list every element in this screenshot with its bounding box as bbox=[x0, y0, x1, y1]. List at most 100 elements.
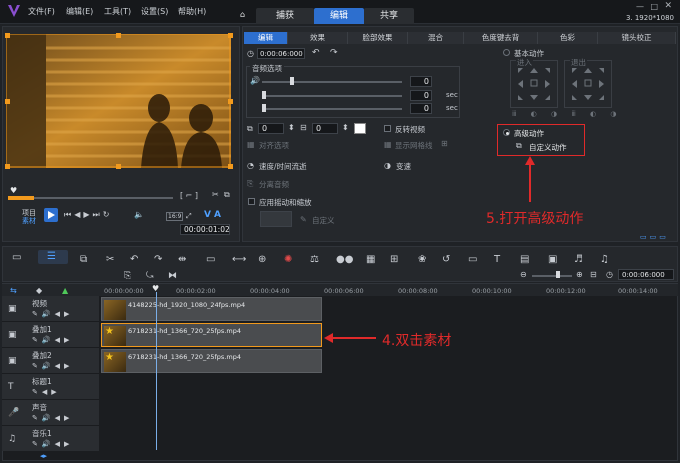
tab-capture[interactable]: 捕获 bbox=[256, 8, 314, 24]
zoom-slider[interactable] bbox=[532, 275, 572, 277]
volume-value-field[interactable]: 0 bbox=[410, 76, 432, 87]
transport-controls-icon[interactable]: ⏮◀▶⏭↻ bbox=[64, 210, 112, 220]
fit-timeline-icon[interactable]: ⊟ bbox=[590, 270, 597, 279]
grid-settings-icon[interactable]: ⊞ bbox=[441, 139, 448, 148]
frame-handle[interactable] bbox=[5, 164, 10, 169]
menu-edit[interactable]: 编辑(E) bbox=[66, 6, 93, 17]
show-grid-label[interactable]: 显示网格线 bbox=[395, 140, 433, 151]
play-button[interactable] bbox=[44, 208, 58, 222]
fade-out-slider[interactable] bbox=[262, 108, 402, 110]
rotation-field-b[interactable]: 0 bbox=[312, 123, 338, 134]
panel-corner-icons[interactable]: ▭▭▭ bbox=[640, 233, 669, 241]
rotation-field-a[interactable]: 0 bbox=[258, 123, 284, 134]
close-icon[interactable]: ✕ bbox=[664, 1, 672, 11]
fade-out-knob[interactable] bbox=[262, 104, 266, 112]
tab-blend[interactable]: 混合 bbox=[408, 32, 464, 44]
toolbar-secondary-icon[interactable]: ⎘ ⤿ ⧓ bbox=[124, 268, 194, 282]
add-chapter-icon[interactable]: ◆ bbox=[36, 286, 42, 295]
frame-handle[interactable] bbox=[116, 33, 121, 38]
timeline-view-button[interactable]: ☰ bbox=[38, 250, 68, 264]
volume-slider[interactable] bbox=[262, 81, 402, 83]
maximize-icon[interactable]: □ bbox=[650, 2, 658, 11]
track-controls-icon[interactable]: ✎🔊◀▶ bbox=[32, 362, 73, 370]
preview-timecode[interactable]: 00:00:01:02 bbox=[180, 224, 230, 235]
pan-zoom-checkbox[interactable] bbox=[248, 198, 255, 205]
fade-in-value-field[interactable]: 0 bbox=[410, 90, 432, 101]
track-header-title1[interactable]: T 标题1 ✎◀▶ bbox=[2, 374, 99, 400]
tab-color[interactable]: 色彩 bbox=[538, 32, 598, 44]
track-header-overlay2[interactable]: ▣ 叠加2 ✎🔊◀▶ bbox=[2, 348, 99, 374]
menu-settings[interactable]: 设置(S) bbox=[141, 6, 168, 17]
speed-time-remap-button[interactable]: 速度/时间流逝 bbox=[259, 161, 307, 172]
storyboard-view-icon[interactable]: ▭ bbox=[12, 252, 21, 263]
frame-handle[interactable] bbox=[5, 33, 10, 38]
enlarge-icon[interactable]: ⤢ bbox=[186, 212, 192, 221]
frame-handle[interactable] bbox=[5, 99, 10, 104]
variable-speed-button[interactable]: 变速 bbox=[396, 161, 411, 172]
volume-slider-knob[interactable] bbox=[290, 77, 294, 85]
pan-zoom-preset-dropdown[interactable] bbox=[260, 211, 292, 227]
track-header-video[interactable]: ▣ 视频 ✎🔊◀▶ bbox=[2, 296, 99, 322]
custom-pan-zoom-button[interactable]: 自定义 bbox=[312, 215, 335, 226]
frame-handle[interactable] bbox=[116, 164, 121, 169]
mark-in-out-icon[interactable]: [ ⌐ ] bbox=[180, 191, 198, 200]
frame-handle[interactable] bbox=[228, 99, 233, 104]
toolbar-tools-icon[interactable]: ⧉ ✂ ↶ ↷ ⇹ ▭ ⟷ ⊕ ✺ ⚖ ●● ▦ ⊞ ❀ ↺ ▭ T ▤ bbox=[80, 250, 550, 266]
timeline-clip[interactable]: 4148225-hd_1920_1080_24fps.mp4 bbox=[101, 297, 322, 321]
rotate-left-icon[interactable]: ↶ bbox=[312, 48, 320, 58]
fade-in-slider[interactable] bbox=[262, 95, 402, 97]
tab-chroma-key[interactable]: 色度键去背 bbox=[464, 32, 538, 44]
zoom-in-icon[interactable]: ⊕ bbox=[576, 270, 583, 279]
tab-edit-options[interactable]: 编辑 bbox=[244, 32, 288, 44]
zoom-out-icon[interactable]: ⊖ bbox=[520, 270, 527, 279]
track-header-voice[interactable]: 🎤 声音 ✎🔊◀▶ bbox=[2, 400, 99, 426]
menu-file[interactable]: 文件(F) bbox=[28, 6, 55, 17]
track-header-music1[interactable]: ♫ 音乐1 ✎🔊◀▶ bbox=[2, 426, 99, 452]
fade-out-value-field[interactable]: 0 bbox=[410, 103, 432, 114]
minimize-icon[interactable]: — bbox=[636, 2, 644, 11]
track-controls-icon[interactable]: ✎🔊◀▶ bbox=[32, 310, 73, 318]
menu-help[interactable]: 帮助(H) bbox=[178, 6, 206, 17]
tab-lens-correction[interactable]: 镜头校正 bbox=[598, 32, 676, 44]
timeline-clip[interactable]: ★ 6718231-hd_1366_720_25fps.mp4 bbox=[101, 349, 322, 373]
basic-motion-radio[interactable] bbox=[503, 49, 510, 56]
audio-mode-label[interactable]: A bbox=[214, 210, 221, 220]
home-icon[interactable]: ⌂ bbox=[240, 10, 252, 20]
trim-range[interactable] bbox=[8, 196, 34, 200]
align-options-label[interactable]: 对齐选项 bbox=[259, 140, 289, 151]
timeline-timecode[interactable]: 0:00:06:000 bbox=[618, 269, 674, 280]
track-manager-icon[interactable]: ⇆ bbox=[10, 286, 17, 295]
cut-icon[interactable]: ✂ bbox=[212, 190, 219, 199]
clip-duration-field[interactable]: 0:00:06:000 bbox=[257, 48, 305, 59]
stepper-icon[interactable]: ⬍ bbox=[288, 123, 295, 132]
fade-in-knob[interactable] bbox=[262, 91, 266, 99]
track-header-overlay1[interactable]: ▣ 叠加1 ✎🔊◀▶ bbox=[2, 322, 99, 348]
video-preview[interactable] bbox=[6, 34, 231, 168]
tab-face-effects[interactable]: 脸部效果 bbox=[348, 32, 408, 44]
track-controls-icon[interactable]: ✎◀▶ bbox=[32, 388, 61, 396]
border-color-swatch[interactable] bbox=[354, 123, 366, 134]
frame-handle[interactable] bbox=[228, 33, 233, 38]
clip-mode-label[interactable]: 素材 bbox=[22, 216, 36, 226]
ripple-edit-icon[interactable]: ▲ bbox=[62, 286, 68, 295]
volume-icon[interactable]: 🔈 bbox=[134, 210, 144, 219]
menu-tools[interactable]: 工具(T) bbox=[104, 6, 131, 17]
track-scroll-icon[interactable]: ◂▸ bbox=[40, 452, 47, 460]
reverse-video-checkbox[interactable] bbox=[384, 125, 391, 132]
video-mode-label[interactable]: V bbox=[204, 210, 211, 220]
motion-extras-icon[interactable]: ⅲ ◐ ◑ ⅲ ◐ ◑ bbox=[512, 110, 622, 118]
tab-share[interactable]: 共享 bbox=[364, 8, 414, 24]
tab-effects[interactable]: 效果 bbox=[288, 32, 348, 44]
advanced-motion-radio[interactable] bbox=[503, 129, 510, 136]
zoom-slider-knob[interactable] bbox=[556, 271, 560, 278]
track-controls-icon[interactable]: ✎🔊◀▶ bbox=[32, 440, 73, 448]
playhead-line[interactable] bbox=[156, 292, 157, 450]
custom-motion-button[interactable]: 自定义动作 bbox=[529, 142, 567, 153]
timeline-clip-selected[interactable]: ★ 6718231-hd_1366_720_25fps.mp4 bbox=[101, 323, 322, 347]
copy-icon[interactable]: ⧉ bbox=[224, 190, 230, 200]
playhead-icon[interactable]: ♥ bbox=[10, 186, 17, 195]
frame-handle[interactable] bbox=[228, 164, 233, 169]
toolbar-tools-right-icon[interactable]: ▣ ♬ ♫ bbox=[548, 250, 628, 266]
tab-edit[interactable]: 编辑 bbox=[314, 8, 364, 24]
track-controls-icon[interactable]: ✎🔊◀▶ bbox=[32, 336, 73, 344]
